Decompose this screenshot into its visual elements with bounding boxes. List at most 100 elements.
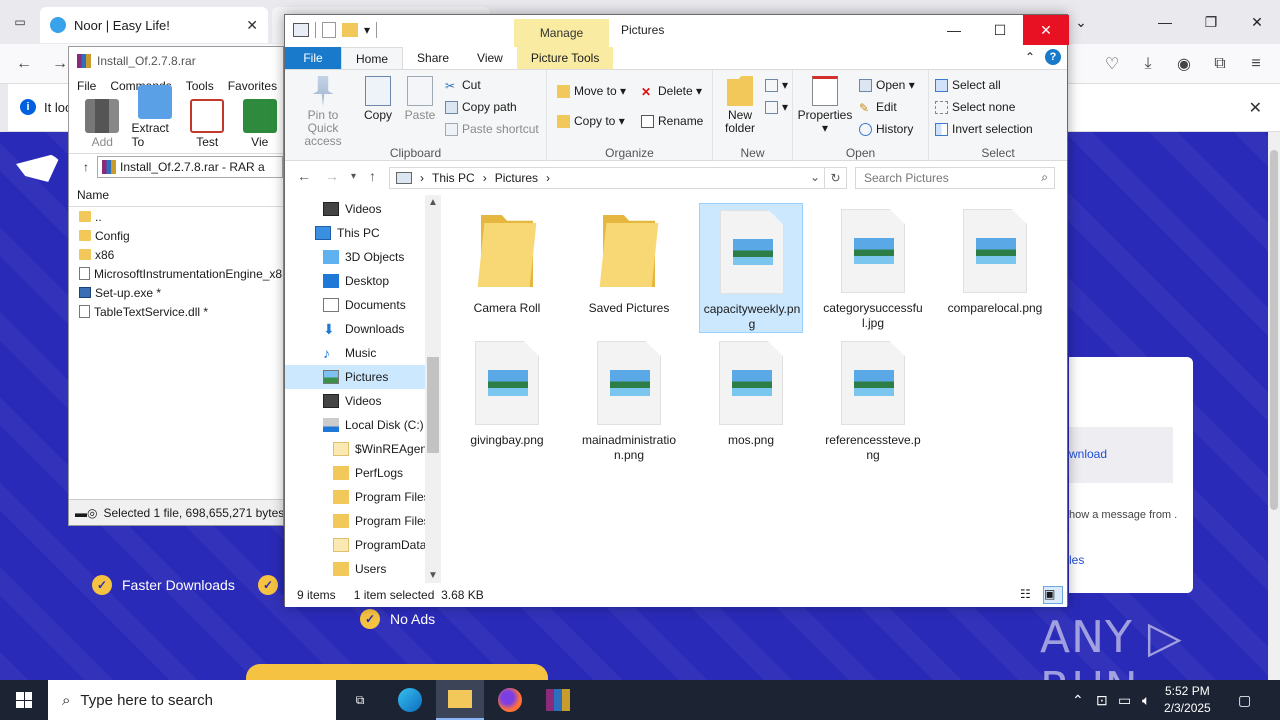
page-scrollbar[interactable] bbox=[1268, 132, 1280, 680]
file-tile[interactable]: categorysuccessful.jpg bbox=[821, 203, 925, 333]
extensions-icon[interactable]: ⧉ bbox=[1202, 44, 1238, 84]
select-none-button[interactable]: Select none bbox=[935, 100, 1015, 114]
cut-button[interactable]: ✂ Cut bbox=[445, 78, 481, 93]
breadcrumb-chevron-icon[interactable]: › bbox=[546, 171, 550, 185]
properties-qa-icon[interactable] bbox=[322, 22, 336, 38]
close-tab-icon[interactable]: ✕ bbox=[246, 17, 258, 34]
browser-restore-button[interactable]: ❐ bbox=[1188, 0, 1234, 44]
list-item[interactable]: Set-up.exe * bbox=[69, 283, 283, 302]
list-item[interactable]: x86 bbox=[69, 245, 283, 264]
window-menu-icon[interactable] bbox=[293, 23, 309, 37]
qa-dropdown-icon[interactable]: ▾ bbox=[364, 23, 370, 37]
nav-item-folder[interactable]: ProgramData bbox=[285, 533, 425, 557]
menu-file[interactable]: File bbox=[77, 79, 96, 93]
nav-item-downloads[interactable]: ⬇ Downloads bbox=[285, 317, 425, 341]
list-item[interactable]: TableTextService.dll * bbox=[69, 302, 283, 321]
back-arrow-icon[interactable]: ← bbox=[297, 168, 311, 184]
browser-close-button[interactable]: ✕ bbox=[1234, 0, 1280, 44]
file-tile[interactable]: mainadministration.png bbox=[577, 335, 681, 465]
file-tile[interactable]: comparelocal.png bbox=[943, 203, 1047, 333]
rename-button[interactable]: Rename bbox=[641, 114, 703, 128]
list-item[interactable]: MicrosoftInstrumentationEngine_x8 bbox=[69, 264, 283, 283]
edge-icon[interactable] bbox=[386, 680, 434, 720]
scroll-up-icon[interactable]: ▲ bbox=[428, 197, 438, 208]
clock[interactable]: 5:52 PM 2/3/2025 bbox=[1164, 683, 1211, 717]
breadcrumb[interactable]: › This PC › Pictures › ⌄ bbox=[389, 167, 825, 189]
breadcrumb-pictures[interactable]: Pictures bbox=[495, 171, 538, 185]
paste-shortcut-button[interactable]: Paste shortcut bbox=[445, 122, 539, 136]
menu-icon[interactable]: ≡ bbox=[1238, 44, 1274, 84]
pin-quick-access-button[interactable]: Pin to Quick access bbox=[291, 76, 355, 148]
downloads-icon[interactable]: ⤓ bbox=[1130, 44, 1166, 84]
recent-locations-icon[interactable]: ▾ bbox=[351, 171, 356, 182]
file-tile[interactable]: givingbay.png bbox=[455, 335, 559, 465]
invert-selection-button[interactable]: Invert selection bbox=[935, 122, 1033, 136]
folder-tile[interactable]: Camera Roll bbox=[455, 203, 559, 333]
refresh-button[interactable]: ↻ bbox=[825, 167, 847, 189]
menu-favorites[interactable]: Favorites bbox=[228, 79, 277, 93]
forward-arrow-icon[interactable]: → bbox=[325, 168, 339, 184]
menu-tools[interactable]: Tools bbox=[186, 79, 214, 93]
breadcrumb-chevron-icon[interactable]: › bbox=[420, 171, 424, 185]
file-tile[interactable]: mos.png bbox=[699, 335, 803, 465]
task-view-icon[interactable]: ⧉ bbox=[336, 680, 384, 720]
firefox-icon[interactable] bbox=[486, 680, 534, 720]
nav-item-folder[interactable]: $WinREAgent bbox=[285, 437, 425, 461]
list-item[interactable]: Config bbox=[69, 226, 283, 245]
scrollbar-thumb[interactable] bbox=[427, 357, 439, 453]
tab-list-icon[interactable]: ▭ bbox=[0, 0, 40, 44]
test-button[interactable]: Test bbox=[184, 99, 231, 149]
download-card-link[interactable]: les bbox=[1069, 553, 1084, 567]
tab-picture-tools[interactable]: Picture Tools bbox=[516, 47, 614, 69]
folder-tile[interactable]: Saved Pictures bbox=[577, 203, 681, 333]
help-icon[interactable]: ? bbox=[1045, 49, 1061, 65]
nav-item-pictures[interactable]: Pictures bbox=[285, 365, 425, 389]
network-activity-icon[interactable]: ⊡ bbox=[1096, 680, 1108, 720]
tab-home[interactable]: Home bbox=[341, 47, 404, 69]
winrar-path-field[interactable]: Install_Of.2.7.8.rar - RAR a bbox=[97, 155, 283, 178]
edit-button[interactable]: ✎ Edit bbox=[859, 100, 897, 115]
manage-contextual-tab[interactable]: Manage bbox=[514, 19, 609, 47]
move-to-button[interactable]: Move to ▾ bbox=[557, 84, 626, 98]
tray-overflow-icon[interactable]: ⌃ bbox=[1072, 680, 1084, 720]
collapse-ribbon-icon[interactable]: ⌃ bbox=[1025, 50, 1035, 64]
file-tile[interactable]: referencessteve.png bbox=[821, 335, 925, 465]
nav-item-documents[interactable]: Documents bbox=[285, 293, 425, 317]
delete-button[interactable]: ✕ Delete ▾ bbox=[641, 84, 702, 99]
network-icon[interactable]: ▭ bbox=[1118, 680, 1131, 720]
minimize-button[interactable]: — bbox=[931, 15, 977, 45]
nav-item-folder[interactable]: PerfLogs bbox=[285, 461, 425, 485]
new-item-button[interactable]: ▾ bbox=[765, 78, 788, 92]
properties-button[interactable]: Properties ▾ bbox=[797, 76, 853, 135]
maximize-button[interactable]: ☐ bbox=[977, 15, 1023, 45]
up-arrow-icon[interactable]: ↑ bbox=[83, 160, 89, 174]
easy-access-button[interactable]: ▾ bbox=[765, 100, 788, 114]
extract-to-button[interactable]: Extract To bbox=[132, 85, 179, 149]
scroll-down-icon[interactable]: ▼ bbox=[428, 570, 438, 581]
view-button[interactable]: Vie bbox=[237, 99, 284, 149]
pocket-icon[interactable]: ♡ bbox=[1094, 44, 1130, 84]
copy-button[interactable]: Copy bbox=[361, 76, 395, 122]
back-icon[interactable]: ← bbox=[6, 44, 42, 84]
nav-item-folder[interactable]: Program Files bbox=[285, 485, 425, 509]
tab-file[interactable]: File bbox=[285, 47, 341, 69]
notifications-icon[interactable]: ▢ bbox=[1238, 680, 1251, 720]
paste-button[interactable]: Paste bbox=[401, 76, 439, 122]
nav-item-videos[interactable]: Videos bbox=[285, 197, 425, 221]
breadcrumb-chevron-icon[interactable]: › bbox=[483, 171, 487, 185]
copy-to-button[interactable]: Copy to ▾ bbox=[557, 114, 625, 128]
browser-tab-active[interactable]: Noor | Easy Life! ✕ bbox=[40, 7, 268, 43]
scrollbar-thumb[interactable] bbox=[1270, 150, 1278, 510]
nav-item-folder[interactable]: Program Files bbox=[285, 509, 425, 533]
account-icon[interactable]: ◉ bbox=[1166, 44, 1202, 84]
copy-path-button[interactable]: Copy path bbox=[445, 100, 517, 114]
add-button[interactable]: Add bbox=[79, 99, 126, 149]
tab-share[interactable]: Share bbox=[403, 47, 463, 69]
nav-item-this-pc[interactable]: This PC bbox=[285, 221, 425, 245]
breadcrumb-this-pc[interactable]: This PC bbox=[432, 171, 475, 185]
search-input[interactable]: Search Pictures ⌕ bbox=[855, 167, 1055, 189]
new-folder-button[interactable]: New folder bbox=[719, 76, 761, 135]
new-folder-qa-icon[interactable] bbox=[342, 23, 358, 37]
large-icons-view-icon[interactable]: ▣ bbox=[1043, 586, 1063, 604]
nav-item-3d-objects[interactable]: 3D Objects bbox=[285, 245, 425, 269]
